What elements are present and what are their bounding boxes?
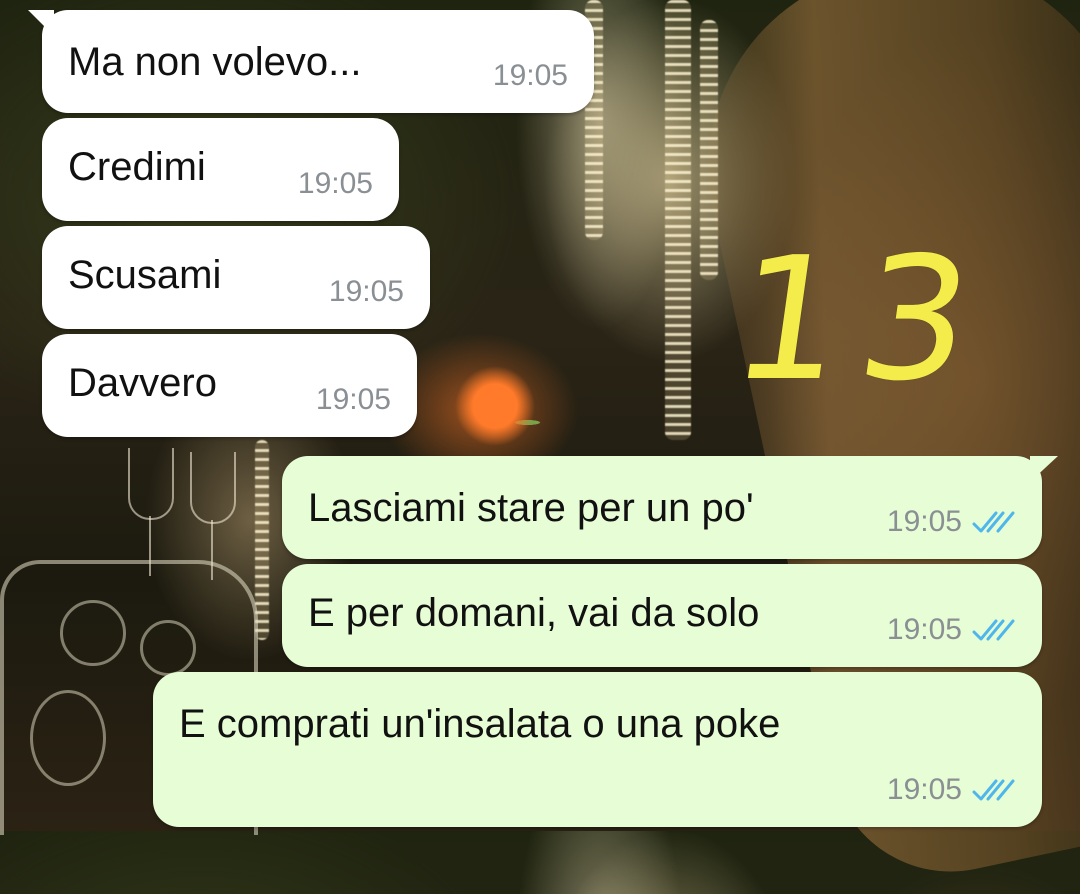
wine-glass-decoration: [190, 452, 236, 580]
message-timestamp: 19:05: [329, 275, 404, 309]
message-bubble-outgoing[interactable]: E per domani, vai da solo 19:05: [282, 564, 1042, 667]
fairy-lights-decoration: [255, 440, 269, 640]
message-text: E comprati un'insalata o una poke: [179, 702, 781, 746]
message-text: Lasciami stare per un po': [308, 486, 754, 530]
wine-glass-decoration: [128, 448, 174, 576]
message-bubble-incoming[interactable]: Ma non volevo... 19:05: [28, 10, 594, 113]
chair-curl-decoration: [30, 690, 106, 786]
message-bubble-outgoing[interactable]: Lasciami stare per un po' 19:05: [282, 456, 1058, 559]
message-timestamp: 19:05: [887, 613, 1016, 647]
message-text: Ma non volevo...: [68, 40, 362, 84]
double-check-icon: [972, 511, 1015, 533]
timestamp-text: 19:05: [315, 383, 391, 416]
message-bubble-incoming[interactable]: Credimi 19:05: [42, 118, 399, 221]
message-bubble-incoming[interactable]: Davvero 19:05: [42, 334, 417, 437]
flower-decoration: [430, 340, 560, 450]
timestamp-text: 19:05: [297, 167, 373, 200]
message-timestamp: 19:05: [493, 59, 568, 93]
message-text: Credimi: [68, 145, 206, 189]
handwritten-annotation: 13: [721, 221, 1002, 419]
message-bubble-incoming[interactable]: Scusami 19:05: [42, 226, 430, 329]
message-text: Davvero: [68, 361, 217, 405]
chair-curl-decoration: [60, 600, 126, 666]
message-timestamp: 19:05: [887, 773, 1016, 807]
message-text: E per domani, vai da solo: [308, 591, 760, 635]
timestamp-text: 19:05: [886, 613, 962, 646]
timestamp-text: 19:05: [886, 773, 962, 806]
double-check-icon: [972, 779, 1015, 801]
bubble-tail: [1030, 456, 1058, 482]
message-timestamp: 19:05: [887, 505, 1016, 539]
fairy-lights-decoration: [700, 20, 718, 280]
message-timestamp: 19:05: [298, 167, 373, 201]
double-check-icon: [972, 619, 1015, 641]
message-timestamp: 19:05: [316, 383, 391, 417]
bubble-tail: [28, 10, 54, 36]
timestamp-text: 19:05: [492, 59, 568, 92]
message-bubble-outgoing[interactable]: E comprati un'insalata o una poke 19:05: [153, 672, 1042, 827]
timestamp-text: 19:05: [886, 505, 962, 538]
fairy-lights-decoration: [665, 0, 691, 440]
message-text: Scusami: [68, 253, 222, 297]
chair-curl-decoration: [140, 620, 196, 676]
timestamp-text: 19:05: [328, 275, 404, 308]
